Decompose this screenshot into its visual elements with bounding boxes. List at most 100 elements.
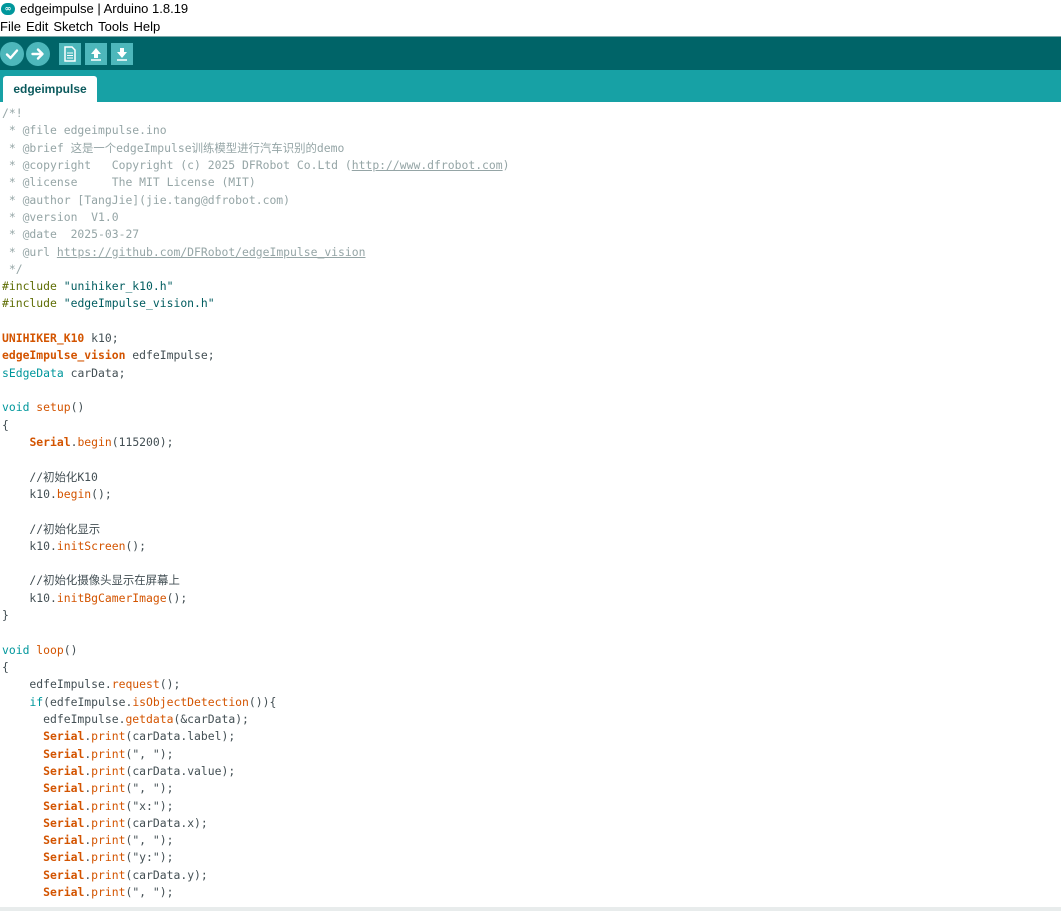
code-token-plain: edfeImpulse. [2, 677, 112, 692]
code-line[interactable]: if(edfeImpulse.isObjectDetection()){ [2, 694, 509, 711]
code-line[interactable]: /*! [2, 105, 509, 122]
code-line[interactable] [2, 624, 509, 641]
code-line[interactable]: Serial.begin(115200); [2, 434, 509, 451]
code-token-plain: k10. [2, 486, 57, 501]
code-line[interactable]: Serial.print("y:"); [2, 849, 509, 866]
code-line[interactable]: Serial.print(", "); [2, 884, 509, 901]
code-token-comment: * @version V1.0 [2, 209, 119, 224]
code-line[interactable]: * @brief 这是一个edgeImpulse训练模型进行汽车识别的demo [2, 140, 509, 157]
code-token-func: begin [56, 486, 92, 501]
code-text[interactable]: /*! * @file edgeimpulse.ino * @brief 这是一… [2, 105, 509, 901]
code-token-lib: Serial [43, 781, 85, 796]
code-line[interactable]: { [2, 417, 509, 434]
code-token-plain: (115200); [111, 434, 174, 449]
code-line[interactable]: Serial.print(", "); [2, 780, 509, 797]
code-line[interactable]: * @license The MIT License (MIT) [2, 174, 509, 191]
code-token-plain: (); [125, 538, 147, 553]
code-line[interactable]: #include "unihiker_k10.h" [2, 278, 509, 295]
code-line[interactable]: Serial.print(", "); [2, 746, 509, 763]
code-token-comment: * @brief 这是一个edgeImpulse训练模型进行汽车识别的demo [2, 140, 345, 155]
code-token-plain: k10. [2, 590, 57, 605]
menu-file[interactable]: File [0, 19, 21, 34]
code-line[interactable]: void loop() [2, 642, 509, 659]
code-line[interactable]: k10.initScreen(); [2, 538, 509, 555]
code-line[interactable] [2, 555, 509, 572]
code-line[interactable]: edgeImpulse_vision edfeImpulse; [2, 347, 509, 364]
code-line[interactable] [2, 382, 509, 399]
code-token-plain: ("y:"); [125, 850, 174, 865]
code-token-func: print [91, 833, 126, 848]
code-line[interactable]: * @file edgeimpulse.ino [2, 122, 509, 139]
code-token-comment: * @date 2025-03-27 [2, 227, 140, 242]
new-button[interactable] [59, 43, 81, 65]
code-line[interactable]: Serial.print(", "); [2, 832, 509, 849]
code-line[interactable]: sEdgeData carData; [2, 365, 509, 382]
code-token-lib: Serial [43, 763, 85, 778]
code-token-plain: (carData.value); [125, 763, 236, 778]
code-line[interactable]: * @author [TangJie](jie.tang@dfrobot.com… [2, 192, 509, 209]
code-line[interactable]: edfeImpulse.getdata(&carData); [2, 711, 509, 728]
code-line[interactable]: Serial.print("x:"); [2, 798, 509, 815]
code-line[interactable] [2, 503, 509, 520]
code-token-plain: { [2, 660, 9, 674]
code-token-lib: Serial [43, 850, 85, 865]
code-line[interactable]: #include "edgeImpulse_vision.h" [2, 295, 509, 312]
code-line[interactable]: UNIHIKER_K10 k10; [2, 330, 509, 347]
code-line[interactable]: //初始化K10 [2, 469, 509, 486]
code-line[interactable]: * @version V1.0 [2, 209, 509, 226]
code-line[interactable]: * @url https://github.com/DFRobot/edgeIm… [2, 244, 509, 261]
open-button[interactable] [85, 43, 107, 65]
code-token-lib: Serial [43, 885, 85, 900]
code-token-func: print [91, 798, 126, 813]
code-token-plain: (); [159, 677, 181, 692]
code-token-plain: k10. [2, 538, 57, 553]
toolbar [0, 36, 1061, 70]
code-token-plain: (&carData); [173, 711, 249, 726]
code-line[interactable]: * @date 2025-03-27 [2, 226, 509, 243]
code-line[interactable]: Serial.print(carData.y); [2, 867, 509, 884]
menu-edit[interactable]: Edit [26, 19, 48, 34]
menu-tools[interactable]: Tools [98, 19, 128, 34]
code-token-comment: /*! [2, 106, 23, 120]
code-token-func: initScreen [56, 538, 126, 553]
code-line[interactable]: */ [2, 261, 509, 278]
upload-button[interactable] [26, 42, 50, 66]
code-token-plain: (", "); [125, 833, 174, 848]
code-line[interactable]: k10.begin(); [2, 486, 509, 503]
code-token-plain: //初始化K10 [2, 469, 98, 484]
code-token-keyword: void [2, 400, 30, 415]
code-line[interactable]: Serial.print(carData.x); [2, 815, 509, 832]
code-line[interactable] [2, 313, 509, 330]
code-line[interactable]: //初始化摄像头显示在屏幕上 [2, 572, 509, 589]
menu-sketch[interactable]: Sketch [53, 19, 93, 34]
code-line[interactable]: k10.initBgCamerImage(); [2, 590, 509, 607]
window-title: edgeimpulse | Arduino 1.8.19 [20, 1, 189, 16]
code-line[interactable]: { [2, 659, 509, 676]
code-token-plain: ("x:"); [125, 798, 174, 813]
code-editor[interactable]: /*! * @file edgeimpulse.ino * @brief 这是一… [0, 102, 1061, 911]
menu-help[interactable]: Help [133, 19, 160, 34]
code-token-preproc: #include [2, 279, 64, 294]
code-line[interactable] [2, 451, 509, 468]
code-line[interactable]: Serial.print(carData.label); [2, 728, 509, 745]
save-button[interactable] [111, 43, 133, 65]
code-token-comment: * @author [TangJie](jie.tang@dfrobot.com… [2, 192, 291, 207]
code-token-func: getdata [125, 711, 174, 726]
code-line[interactable]: void setup() [2, 399, 509, 416]
code-token-plain: () [63, 642, 78, 657]
code-line[interactable]: Serial.print(carData.value); [2, 763, 509, 780]
code-line[interactable]: } [2, 607, 509, 624]
code-token-plain: () [70, 400, 85, 415]
tab-edgeimpulse[interactable]: edgeimpulse [3, 76, 97, 102]
code-line[interactable]: //初始化显示 [2, 521, 509, 538]
title-bar: ∞ edgeimpulse | Arduino 1.8.19 [0, 0, 1061, 17]
verify-button[interactable] [0, 42, 24, 66]
code-line[interactable]: * @copyright Copyright (c) 2025 DFRobot … [2, 157, 510, 174]
code-token-func: begin [77, 434, 112, 449]
code-line[interactable]: edfeImpulse.request(); [2, 676, 509, 693]
